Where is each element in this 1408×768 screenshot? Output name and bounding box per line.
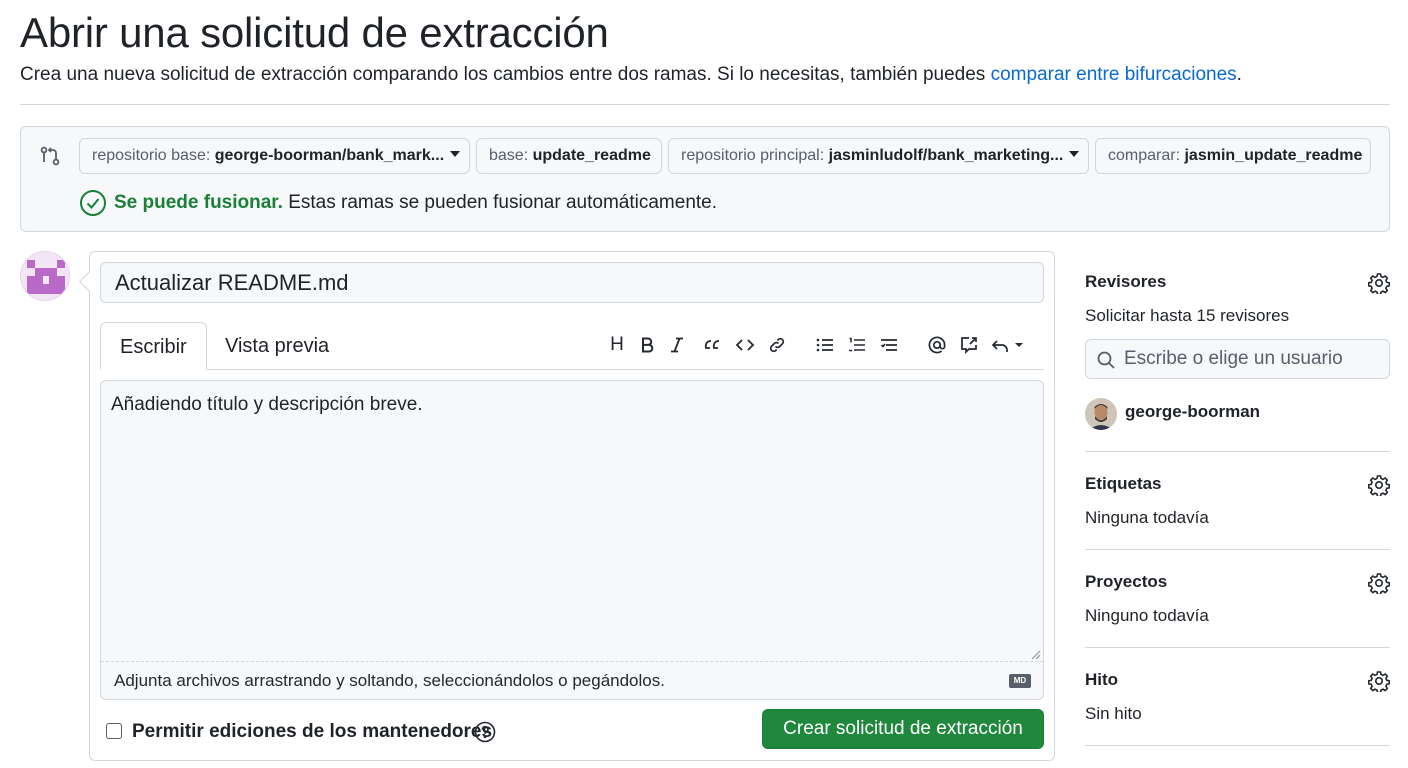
pr-body-text[interactable]: Añadiendo título y descripción breve.	[111, 393, 423, 417]
projects-heading: Proyectos	[1085, 572, 1168, 591]
base-branch-value: update_readme	[532, 147, 651, 164]
reviewer-name[interactable]: george-boorman	[1125, 402, 1260, 422]
reviewers-heading: Revisores	[1085, 272, 1167, 291]
reviewers-limit: Solicitar hasta 15 revisores	[1085, 306, 1290, 325]
markdown-icon: MD	[1009, 674, 1031, 688]
caret-down-icon	[450, 150, 461, 157]
base-label: base:	[489, 147, 529, 164]
quote-icon[interactable]	[701, 332, 725, 358]
subtitle-text: Crea una nueva solicitud de extracción c…	[20, 64, 991, 85]
projects-value: Ninguno todavía	[1085, 606, 1209, 625]
author-avatar	[20, 251, 70, 301]
base-repo-label: repositorio base:	[92, 147, 211, 164]
tab-preview[interactable]: Vista previa	[206, 322, 348, 370]
gear-icon[interactable]	[1367, 474, 1391, 498]
reviewer-search-input[interactable]	[1122, 342, 1382, 376]
labels-heading: Etiquetas	[1085, 474, 1162, 493]
compare-branch-select[interactable]: comparar: jasmin_update_readme	[1095, 138, 1371, 174]
sidebar-divider	[1085, 451, 1390, 452]
heading-icon[interactable]: H	[605, 332, 629, 358]
reviewer-avatar	[1085, 398, 1117, 430]
milestone-value: Sin hito	[1085, 704, 1142, 723]
sidebar-divider	[1085, 745, 1390, 746]
caret-down-icon	[1069, 150, 1080, 157]
check-circle-icon	[79, 189, 107, 217]
create-pull-request-button[interactable]: Crear solicitud de extracción	[762, 709, 1044, 749]
allow-edits-checkbox[interactable]	[106, 723, 122, 739]
page-header: Abrir una solicitud de extracción Crea u…	[20, 8, 1390, 88]
cross-reference-icon[interactable]	[957, 332, 981, 358]
question-icon[interactable]	[474, 721, 496, 743]
code-icon[interactable]	[733, 332, 757, 358]
sidebar-divider	[1085, 549, 1390, 550]
tab-write[interactable]: Escribir	[100, 322, 207, 370]
link-icon[interactable]	[765, 332, 789, 358]
page-title: Abrir una solicitud de extracción	[20, 9, 609, 56]
attach-files-hint[interactable]: Adjunta archivos arrastrando y soltando,…	[114, 669, 665, 693]
pr-body-editor[interactable]: Añadiendo título y descripción breve. Ad…	[100, 380, 1044, 700]
mention-icon[interactable]	[925, 332, 949, 358]
sidebar-divider	[1085, 647, 1390, 648]
base-branch-select[interactable]: base: update_readme	[476, 138, 662, 174]
unordered-list-icon[interactable]	[813, 332, 837, 358]
bold-icon[interactable]	[635, 332, 659, 358]
compare-range-box: repositorio base: george-boorman/bank_ma…	[20, 126, 1390, 232]
milestone-heading: Hito	[1085, 670, 1119, 689]
head-repo-label: repositorio principal:	[681, 147, 825, 164]
base-repository-select[interactable]: repositorio base: george-boorman/bank_ma…	[79, 138, 470, 174]
gear-icon[interactable]	[1367, 272, 1391, 296]
git-compare-icon	[39, 145, 61, 167]
pull-request-form: Escribir Vista previa H	[89, 251, 1055, 761]
italic-icon[interactable]	[665, 332, 689, 358]
head-repository-select[interactable]: repositorio principal: jasminludolf/bank…	[668, 138, 1089, 174]
pr-title-input[interactable]	[100, 262, 1044, 303]
compare-branch-value: jasmin_update_readme	[1184, 147, 1363, 164]
tabs-divider	[100, 369, 1044, 370]
page-subtitle: Crea una nueva solicitud de extracción c…	[20, 62, 1390, 88]
head-repo-value: jasminludolf/bank_marketing...	[828, 147, 1064, 164]
merge-message: Estas ramas se pueden fusionar automátic…	[288, 192, 718, 213]
compare-label: comparar:	[1108, 147, 1181, 164]
reviewer-search[interactable]	[1085, 339, 1390, 379]
ordered-list-icon[interactable]	[845, 332, 869, 358]
allow-edits-label[interactable]: Permitir ediciones de los mantenedores	[132, 720, 492, 744]
header-divider	[20, 104, 1390, 105]
base-repo-value: george-boorman/bank_mark...	[214, 147, 445, 164]
compare-forks-link[interactable]: comparar entre bifurcaciones	[991, 64, 1237, 85]
gear-icon[interactable]	[1367, 670, 1391, 694]
resize-handle-icon[interactable]	[1029, 647, 1041, 660]
labels-value: Ninguna todavía	[1085, 508, 1209, 527]
undo-dropdown-icon[interactable]	[989, 332, 1029, 358]
subtitle-end: .	[1236, 64, 1242, 85]
merge-ok-label: Se puede fusionar.	[114, 192, 283, 213]
task-list-icon[interactable]	[877, 332, 901, 358]
search-icon	[1096, 350, 1116, 370]
attach-divider	[101, 661, 1043, 662]
gear-icon[interactable]	[1367, 572, 1391, 596]
